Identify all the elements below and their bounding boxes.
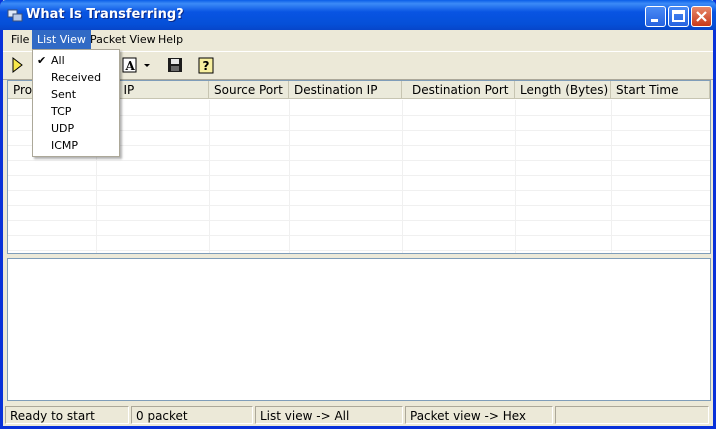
packet-detail-view[interactable] [7,258,711,401]
grid-line [611,100,612,253]
window-title: What Is Transferring? [26,7,184,22]
minimize-icon [651,19,658,22]
grid-line [8,175,710,176]
font-icon: A [122,57,137,73]
help-button[interactable]: ? [196,55,216,75]
save-icon [168,58,182,72]
app-icon [7,9,23,22]
grid-line [515,100,516,253]
checkmark-icon: ✔ [37,54,47,67]
list-view-menu: ✔ All Received Sent TCP UDP ICMP [32,49,120,157]
menu-bar: File List View Packet View Help [3,30,713,49]
menu-item-tcp[interactable]: TCP [33,103,119,120]
col-length[interactable]: Length (Bytes) [515,81,611,99]
grid-line [8,235,710,236]
maximize-button[interactable] [668,6,689,27]
col-source-port[interactable]: Source Port [209,81,289,99]
start-icon [12,56,23,74]
save-button[interactable] [165,55,185,75]
status-packet-view: Packet view -> Hex [405,406,553,424]
grid-line [8,160,710,161]
menu-help[interactable]: Help [153,30,188,49]
close-button[interactable] [691,6,712,27]
grid-line [209,100,210,253]
menu-item-label: All [51,54,65,67]
menu-file[interactable]: File [6,30,34,49]
close-icon [696,11,707,22]
grid-line [8,190,710,191]
menu-packet-view[interactable]: Packet View [85,30,161,49]
col-destination-ip[interactable]: Destination IP [289,81,402,99]
status-packet-count: 0 packet [131,406,253,424]
grid-line [8,250,710,251]
menu-item-icmp[interactable]: ICMP [33,137,119,154]
help-icon: ? [198,57,214,74]
grid-line [8,205,710,206]
title-bar[interactable]: What Is Transferring? [0,0,716,30]
svg-text:A: A [125,59,136,73]
dropdown-arrow-icon [144,64,150,67]
col-destination-port[interactable]: Destination Port [402,81,515,99]
minimize-button[interactable] [645,6,666,27]
menu-list-view[interactable]: List View [32,30,91,49]
status-extra [555,406,709,424]
status-bar: Ready to start 0 packet List view -> All… [3,404,713,426]
grid-line [8,220,710,221]
maximize-icon [672,10,685,22]
font-button[interactable]: A [120,55,140,75]
menu-item-udp[interactable]: UDP [33,120,119,137]
grid-line [402,100,403,253]
start-capture-button[interactable] [7,55,27,75]
menu-item-all[interactable]: ✔ All [33,52,119,69]
grid-line [289,100,290,253]
menu-item-received[interactable]: Received [33,69,119,86]
menu-item-sent[interactable]: Sent [33,86,119,103]
status-list-view: List view -> All [255,406,403,424]
font-dropdown-button[interactable] [141,55,153,75]
status-state: Ready to start [5,406,129,424]
col-start-time[interactable]: Start Time [611,81,710,99]
svg-text:?: ? [203,59,210,73]
